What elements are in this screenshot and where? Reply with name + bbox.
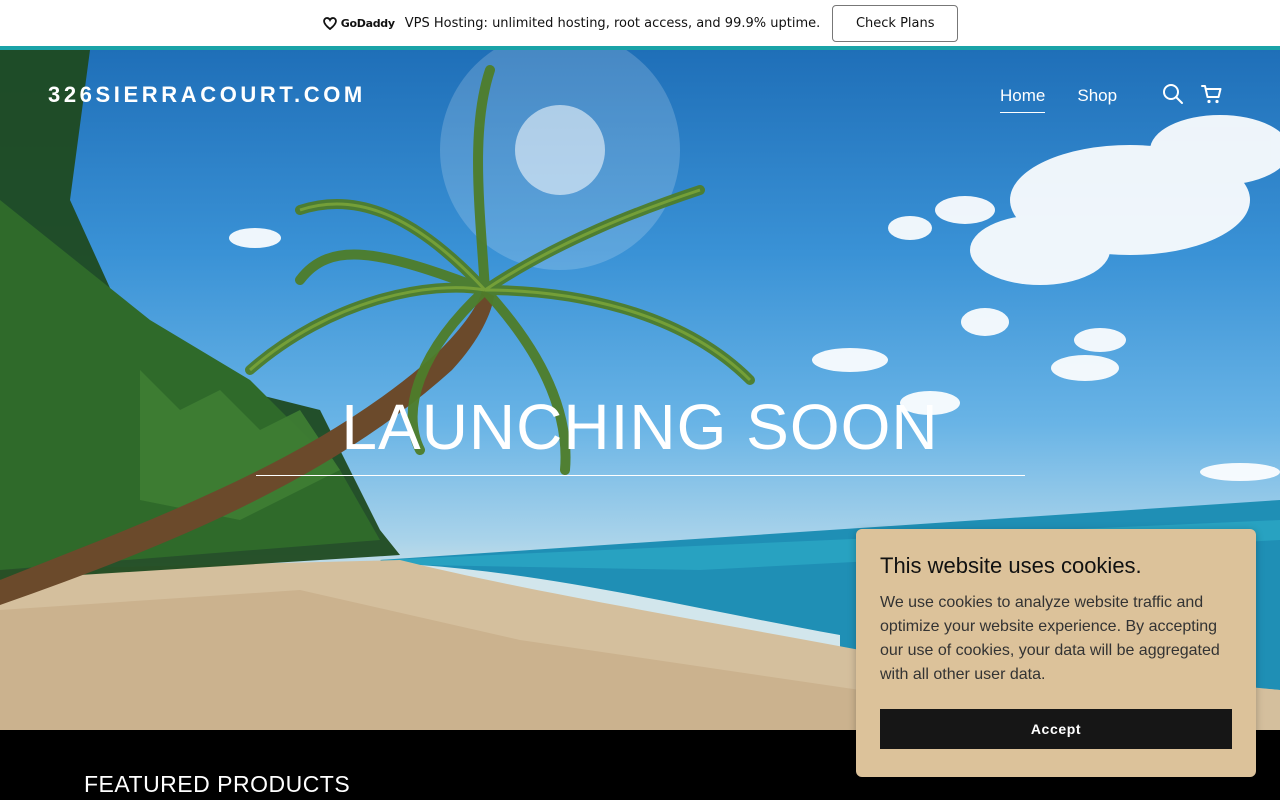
- hero-divider: [256, 475, 1025, 476]
- cookie-banner: This website uses cookies. We use cookie…: [856, 529, 1256, 777]
- hero-title: LAUNCHING SOON: [341, 391, 939, 463]
- godaddy-logo-text: GoDaddy: [340, 16, 395, 30]
- main-nav: Home Shop: [1000, 86, 1117, 113]
- nav-shop[interactable]: Shop: [1077, 86, 1117, 113]
- promo-message: VPS Hosting: unlimited hosting, root acc…: [404, 15, 821, 31]
- site-title[interactable]: 326SIERRACOURT.COM: [48, 82, 366, 108]
- godaddy-icon: [322, 17, 337, 30]
- godaddy-logo[interactable]: GoDaddy: [322, 16, 395, 30]
- cookie-body: We use cookies to analyze website traffi…: [880, 594, 1220, 683]
- search-icon[interactable]: [1162, 83, 1184, 105]
- accept-cookies-button[interactable]: Accept: [880, 709, 1232, 749]
- cookie-title: This website uses cookies.: [880, 553, 1142, 578]
- promo-bar: GoDaddy VPS Hosting: unlimited hosting, …: [0, 0, 1280, 46]
- featured-products-heading: FEATURED PRODUCTS: [84, 771, 351, 797]
- cart-icon[interactable]: [1201, 83, 1223, 105]
- nav-home[interactable]: Home: [1000, 86, 1046, 113]
- check-plans-button[interactable]: Check Plans: [832, 4, 959, 42]
